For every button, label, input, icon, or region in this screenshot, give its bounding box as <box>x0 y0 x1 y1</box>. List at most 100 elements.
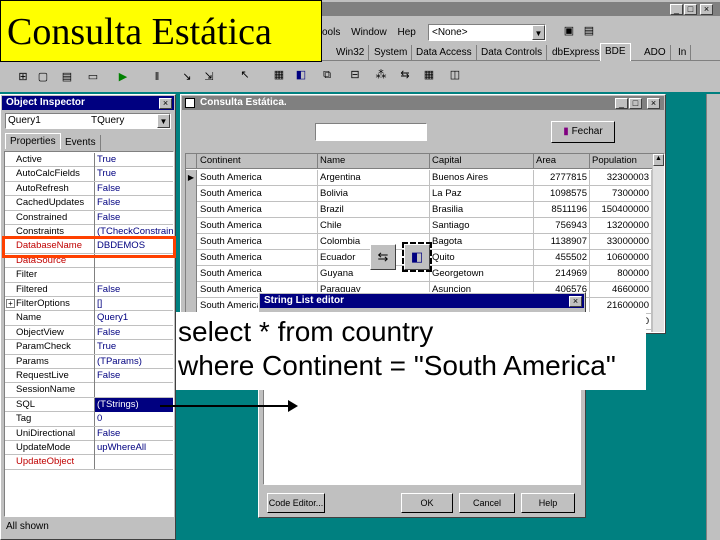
table-row[interactable]: South America Chile Santiago 756943 13200000 <box>186 218 656 234</box>
menu-window[interactable]: Window <box>351 27 387 38</box>
pause-icon[interactable]: ‖ <box>148 68 166 86</box>
table-cell[interactable]: 1138907 <box>534 234 590 250</box>
table-cell[interactable]: South America <box>198 218 318 234</box>
tab-data-access[interactable]: Data Access <box>412 45 477 61</box>
tab-win32[interactable]: Win32 <box>332 45 370 61</box>
property-row[interactable]: Params (TParams) <box>5 354 173 369</box>
property-value[interactable]: False <box>94 282 173 297</box>
table-cell[interactable]: Brasilia <box>430 202 534 218</box>
database-component-icon[interactable]: ⊟ <box>346 66 364 84</box>
datasource-component-icon[interactable]: ⇆ <box>370 244 396 270</box>
view-unit-icon[interactable]: ▭ <box>84 68 102 86</box>
tab-events[interactable]: Events <box>61 135 101 151</box>
table-cell[interactable]: South America <box>198 234 318 250</box>
property-value[interactable]: False <box>94 426 173 441</box>
table-cell[interactable]: Chile <box>318 218 430 234</box>
cancel-button[interactable]: Cancel <box>459 493 515 513</box>
ide-right-scrollbar[interactable] <box>706 94 720 540</box>
query1-component-icon[interactable]: ◧ <box>402 242 432 272</box>
column-header[interactable]: Capital <box>430 154 534 168</box>
table-cell[interactable]: Argentina <box>318 170 430 186</box>
property-value[interactable]: False <box>94 369 173 383</box>
edit-box[interactable] <box>315 123 427 141</box>
property-value[interactable]: False <box>94 181 173 196</box>
table-cell[interactable]: 2777815 <box>534 170 590 186</box>
property-row[interactable]: Filtered False <box>5 282 173 297</box>
updatesql-component-icon[interactable]: ▦ <box>420 66 438 84</box>
tab-dbexpress[interactable]: dbExpress <box>548 45 605 61</box>
property-row[interactable]: RequestLive False <box>5 369 173 384</box>
ide-close-button[interactable]: × <box>700 4 713 15</box>
table-cell[interactable]: South America <box>198 170 318 186</box>
storedproc-component-icon[interactable]: ⧉ <box>318 66 336 84</box>
property-value[interactable]: False <box>94 325 173 340</box>
table-cell[interactable]: Santiago <box>430 218 534 234</box>
toolbar-icon-a[interactable]: ▣ <box>560 22 578 40</box>
session-component-icon[interactable]: ⁂ <box>372 66 390 84</box>
table-cell[interactable]: 7300000 <box>590 186 652 202</box>
table-cell[interactable]: 1098575 <box>534 186 590 202</box>
property-value[interactable]: True <box>94 167 173 182</box>
table-cell[interactable]: 10600000 <box>590 250 652 266</box>
property-row[interactable]: …SQL(TStrings) <box>5 397 173 413</box>
open-icon[interactable]: ▢ <box>34 68 52 86</box>
component-combo[interactable]: <None> ▼ <box>428 24 546 41</box>
ide-minimize-button[interactable]: _ <box>670 4 683 15</box>
component-selector[interactable]: Query1 TQuery ▼ <box>5 113 171 129</box>
scroll-up-icon[interactable]: ▲ <box>653 154 664 166</box>
property-row[interactable]: SessionName <box>5 383 173 398</box>
table-cell[interactable]: 8511196 <box>534 202 590 218</box>
table-cell[interactable]: South America <box>198 266 318 282</box>
step-icon[interactable]: ⇲ <box>200 68 218 86</box>
property-value[interactable] <box>94 455 173 470</box>
table-cell[interactable]: 13200000 <box>590 218 652 234</box>
grid-vscrollbar[interactable]: ▲ <box>652 154 664 332</box>
new-icon[interactable]: ⊞ <box>14 68 32 86</box>
pointer-icon[interactable]: ↖ <box>236 66 254 84</box>
table-cell[interactable]: Georgetown <box>430 266 534 282</box>
table-row[interactable]: South America Bolivia La Paz 1098575 7300000 <box>186 186 656 202</box>
property-row[interactable]: FilterOptions [] + <box>5 297 173 312</box>
property-row[interactable]: Active True <box>5 153 173 168</box>
save-icon[interactable]: ▤ <box>58 68 76 86</box>
property-value[interactable]: (TParams) <box>94 354 173 369</box>
property-value[interactable]: Query1 <box>94 311 173 326</box>
tab-properties[interactable]: Properties <box>5 133 61 149</box>
table-cell[interactable]: Quito <box>430 250 534 266</box>
table-cell[interactable]: 32300003 <box>590 170 652 186</box>
help-button[interactable]: Help <box>521 493 575 513</box>
fechar-button[interactable]: ▮ Fechar <box>551 121 615 143</box>
tab-data-controls[interactable]: Data Controls <box>477 45 548 61</box>
form-minimize-button[interactable]: _ <box>615 98 628 109</box>
table-cell[interactable]: 800000 <box>590 266 652 282</box>
batchmove-component-icon[interactable]: ⇆ <box>396 66 414 84</box>
property-row[interactable]: UniDirectional False <box>5 426 173 441</box>
property-value[interactable]: True <box>94 340 173 355</box>
property-value[interactable]: False <box>94 210 173 225</box>
code-editor-button[interactable]: Code Editor... <box>267 493 325 513</box>
table-component-icon[interactable]: ▦ <box>270 66 288 84</box>
table-cell[interactable]: La Paz <box>430 186 534 202</box>
table-cell[interactable]: Bolivia <box>318 186 430 202</box>
column-header[interactable]: Population <box>590 154 652 168</box>
trace-icon[interactable]: ↘ <box>178 68 196 86</box>
property-value[interactable]: False <box>94 196 173 211</box>
table-cell[interactable]: South America <box>198 202 318 218</box>
table-cell[interactable]: 33000000 <box>590 234 652 250</box>
column-header[interactable]: Continent <box>198 154 318 168</box>
property-value[interactable]: True <box>94 153 173 167</box>
table-cell[interactable]: South America <box>198 186 318 202</box>
table-row[interactable]: ▶ South America Argentina Buenos Aires 27778… <box>186 170 656 186</box>
table-cell[interactable]: South America <box>198 250 318 266</box>
menu-tools[interactable]: ools <box>322 27 340 38</box>
property-row[interactable]: UpdateObject <box>5 455 173 470</box>
ide-maximize-button[interactable]: □ <box>684 4 697 15</box>
column-header[interactable]: Name <box>318 154 430 168</box>
chevron-down-icon[interactable]: ▼ <box>157 114 170 128</box>
close-icon[interactable]: × <box>569 296 582 307</box>
table-cell[interactable]: Bagota <box>430 234 534 250</box>
chevron-down-icon[interactable]: ▼ <box>532 25 545 40</box>
ok-button[interactable]: OK <box>401 493 453 513</box>
property-row[interactable]: Constrained False <box>5 210 173 225</box>
property-row[interactable]: CachedUpdates False <box>5 196 173 211</box>
